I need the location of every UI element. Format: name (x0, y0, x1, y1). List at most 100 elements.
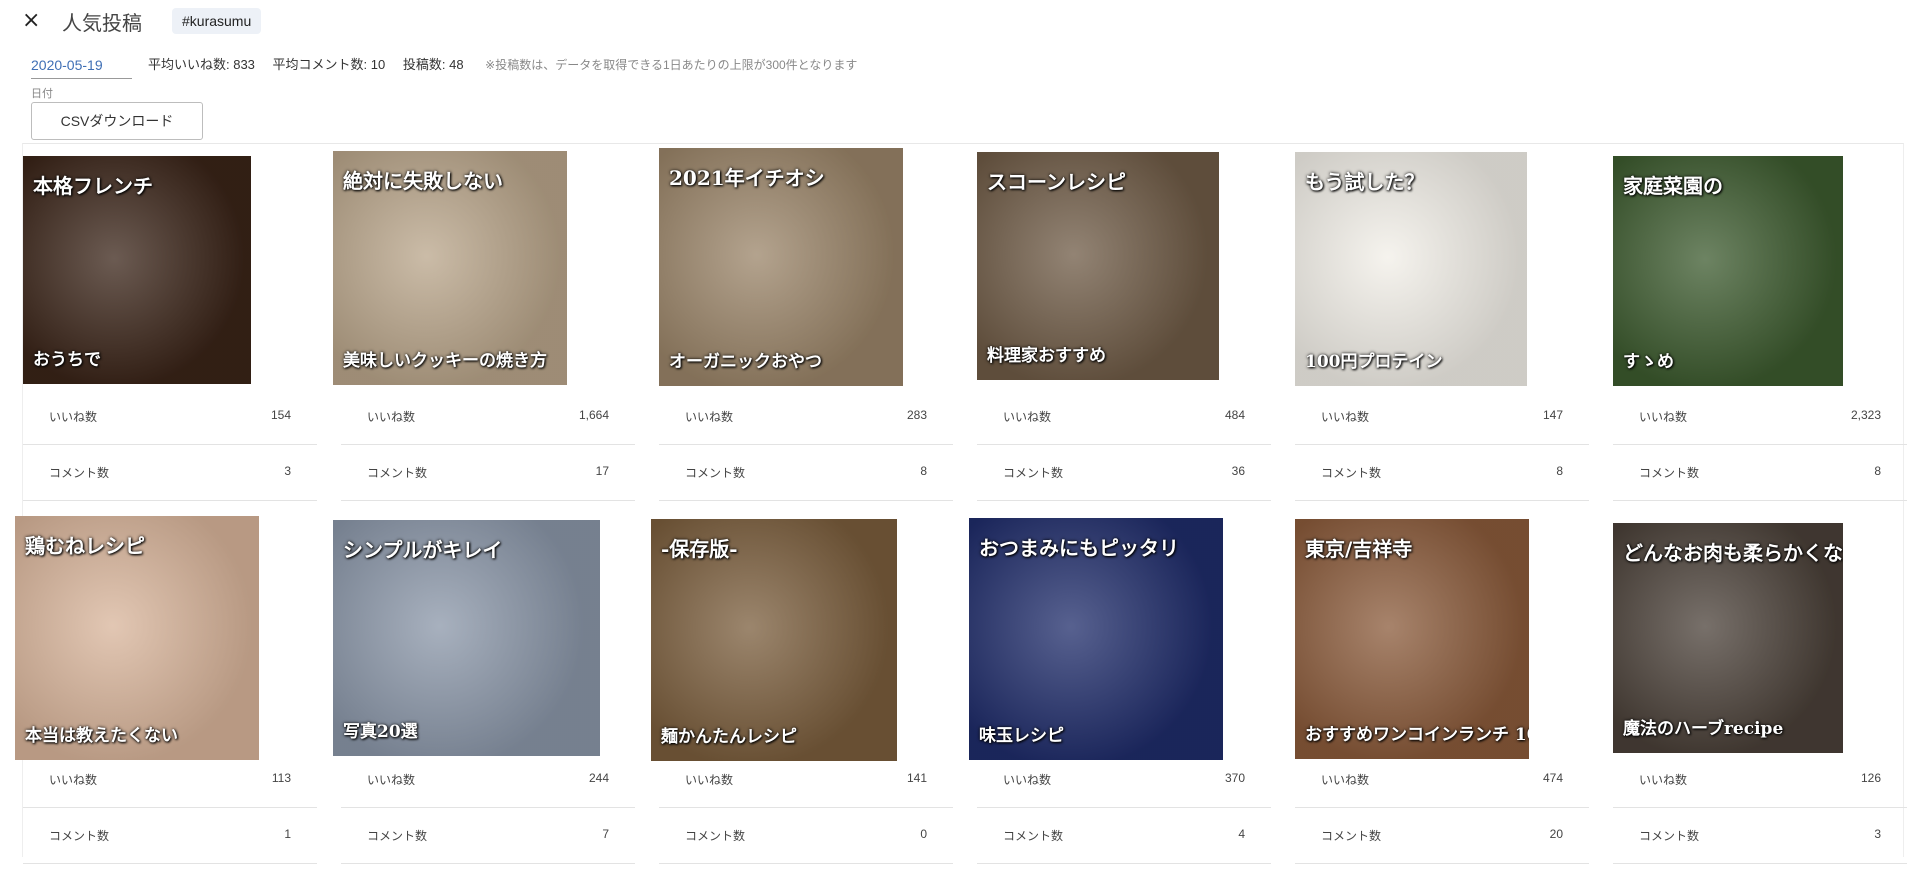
comments-value: 17 (595, 464, 609, 478)
likes-label: いいね数 (1003, 773, 1052, 787)
comments-row: コメント数 7 (341, 807, 635, 864)
likes-label: いいね数 (1321, 410, 1370, 424)
comments-row: コメント数 3 (23, 444, 317, 501)
likes-row: いいね数 154 (23, 388, 317, 445)
comments-row: コメント数 0 (659, 807, 953, 864)
date-field[interactable]: 2020-05-19 日付 (31, 52, 132, 101)
post-card[interactable]: 東京/吉祥寺おすすめワンコインランチ 10選いいね数 474 コメント数 20 (1295, 507, 1589, 870)
comments-label: コメント数 (1639, 829, 1700, 843)
post-card[interactable]: 絶対に失敗しない 美味しいクッキーの焼き方 いいね数 1,664 コメント数 17 (333, 144, 635, 507)
likes-label: いいね数 (685, 773, 734, 787)
comments-value: 8 (1874, 464, 1881, 478)
comments-label: コメント数 (49, 829, 110, 843)
likes-label: いいね数 (1639, 773, 1688, 787)
likes-row: いいね数 2,323 (1613, 388, 1907, 445)
thumbnail-caption: -保存版- (661, 537, 738, 561)
post-card[interactable]: どんなお肉も柔らかくなる 魔法のハーブrecipe いいね数 126 コメント数 3 (1613, 507, 1907, 870)
post-thumbnail[interactable]: 本格フレンチ おうちで (23, 156, 251, 384)
comments-label: コメント数 (49, 466, 110, 480)
thumbnail-caption: スコーンレシピ (987, 170, 1126, 194)
post-thumbnail[interactable]: -保存版- 麺かんたんレシピ (651, 519, 897, 761)
likes-row: いいね数 484 (977, 388, 1271, 445)
likes-row: いいね数 474 (1295, 751, 1589, 808)
thumbnail-subcaption: 100円プロテイン (1305, 352, 1443, 372)
thumbnail-caption: おつまみにもピッタリ (979, 536, 1179, 560)
post-thumbnail[interactable]: 鶏むねレシピ 本当は教えたくない (15, 516, 259, 760)
comments-value: 3 (284, 464, 291, 478)
thumbnail-subcaption: オーガニックおやつ (669, 352, 822, 372)
likes-label: いいね数 (685, 410, 734, 424)
comments-value: 8 (920, 464, 927, 478)
post-card[interactable]: おつまみにもピッタリ 味玉レシピいいね数 370 コメント数 4 (969, 507, 1271, 870)
post-thumbnail[interactable]: 2021年イチオシオーガニックおやつ (659, 148, 903, 386)
post-thumbnail[interactable]: おつまみにもピッタリ 味玉レシピ (969, 518, 1223, 760)
date-field-label: 日付 (31, 88, 53, 100)
summary-stats: 平均いいね数: 833 平均コメント数: 10 投稿数: 48 ※投稿数は、デー… (148, 54, 871, 73)
likes-row: いいね数 283 (659, 388, 953, 445)
post-card[interactable]: スコーンレシピ 料理家おすすめいいね数 484 コメント数 36 (977, 144, 1271, 507)
comments-value: 8 (1556, 464, 1563, 478)
comments-label: コメント数 (685, 466, 746, 480)
close-icon[interactable]: × (22, 6, 44, 36)
post-thumbnail[interactable]: 家庭菜園の すゝめ (1613, 156, 1843, 386)
thumbnail-caption: 鶏むねレシピ (25, 534, 145, 558)
post-limit-note: ※投稿数は、データを取得できる1日あたりの上限が300件となります (485, 58, 858, 72)
likes-value: 370 (1224, 771, 1245, 785)
post-thumbnail[interactable]: どんなお肉も柔らかくなる 魔法のハーブrecipe (1613, 523, 1843, 753)
date-input[interactable]: 2020-05-19 (31, 52, 132, 79)
likes-label: いいね数 (367, 773, 416, 787)
likes-value: 154 (270, 408, 291, 422)
comments-row: コメント数 17 (341, 444, 635, 501)
comments-label: コメント数 (1321, 466, 1382, 480)
comments-value: 0 (920, 827, 927, 841)
likes-value: 126 (1860, 771, 1881, 785)
post-card[interactable]: 家庭菜園のすゝめいいね数 2,323 コメント数 8 (1613, 144, 1907, 507)
likes-value: 283 (906, 408, 927, 422)
hashtag-badge: #kurasumu (172, 8, 262, 34)
likes-value: 244 (588, 771, 609, 785)
post-card[interactable]: シンプルがキレイ写真20選いいね数 244 コメント数 7 (333, 507, 635, 870)
comments-value: 3 (1874, 827, 1881, 841)
comments-label: コメント数 (367, 829, 428, 843)
likes-label: いいね数 (367, 410, 416, 424)
comments-label: コメント数 (1321, 829, 1382, 843)
likes-label: いいね数 (1003, 410, 1052, 424)
average-comments: 平均コメント数: 10 (272, 57, 386, 72)
comments-row: コメント数 1 (23, 807, 317, 864)
comments-value: 36 (1231, 464, 1245, 478)
comments-row: コメント数 4 (977, 807, 1271, 864)
comments-row: コメント数 8 (659, 444, 953, 501)
post-card[interactable]: もう試した？ 100円プロテインいいね数 147 コメント数 8 (1295, 144, 1589, 507)
post-card[interactable]: -保存版- 麺かんたんレシピ いいね数 141 コメント数 0 (651, 507, 953, 870)
post-thumbnail[interactable]: 東京/吉祥寺おすすめワンコインランチ 10選 (1295, 519, 1529, 759)
likes-row: いいね数 244 (341, 751, 635, 808)
comments-row: コメント数 8 (1613, 444, 1907, 501)
thumbnail-caption: 家庭菜園の (1623, 174, 1723, 198)
comments-row: コメント数 36 (977, 444, 1271, 501)
post-thumbnail[interactable]: 絶対に失敗しない 美味しいクッキーの焼き方 (333, 151, 567, 385)
thumbnail-caption: もう試した？ (1305, 170, 1425, 194)
thumbnail-subcaption: 麺かんたんレシピ (661, 727, 797, 747)
post-card[interactable]: 本格フレンチ おうちで いいね数 154 コメント数 3 (23, 144, 317, 507)
comments-row: コメント数 3 (1613, 807, 1907, 864)
thumbnail-subcaption: 写真20選 (343, 722, 418, 742)
post-thumbnail[interactable]: もう試した？ 100円プロテイン (1295, 152, 1527, 386)
csv-download-button[interactable]: CSVダウンロード (31, 102, 203, 140)
post-card[interactable]: 2021年イチオシオーガニックおやついいね数 283 コメント数 8 (659, 144, 953, 507)
post-thumbnail[interactable]: シンプルがキレイ写真20選 (333, 520, 600, 756)
thumbnail-subcaption: すゝめ (1623, 352, 1674, 372)
comments-label: コメント数 (1003, 829, 1064, 843)
thumbnail-caption: 東京/吉祥寺 (1305, 537, 1413, 561)
comments-row: コメント数 8 (1295, 444, 1589, 501)
post-card[interactable]: 鶏むねレシピ 本当は教えたくない いいね数 113 コメント数 1 (15, 507, 317, 870)
post-thumbnail[interactable]: スコーンレシピ 料理家おすすめ (977, 152, 1219, 380)
thumbnail-caption: 絶対に失敗しない (343, 169, 503, 193)
thumbnail-caption: 2021年イチオシ (669, 166, 825, 190)
page-title: 人気投稿 (62, 13, 142, 35)
likes-row: いいね数 113 (23, 751, 317, 808)
thumbnail-caption: シンプルがキレイ (343, 538, 503, 562)
comments-label: コメント数 (367, 466, 428, 480)
likes-row: いいね数 1,664 (341, 388, 635, 445)
thumbnail-caption: 本格フレンチ (33, 174, 153, 198)
likes-value: 147 (1542, 408, 1563, 422)
